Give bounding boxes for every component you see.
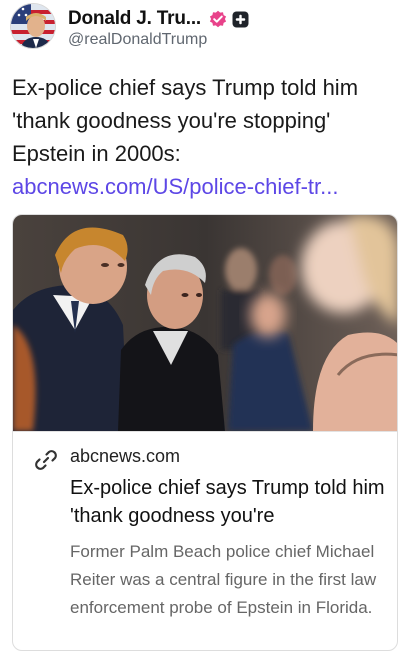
card-title[interactable]: Ex-police chief says Trump told him 'tha… bbox=[70, 474, 388, 530]
post-link[interactable]: abcnews.com/US/police-chief-tr... bbox=[12, 174, 338, 199]
author-handle[interactable]: @realDonaldTrump bbox=[68, 31, 207, 49]
link-preview-card[interactable]: abcnews.com Ex-police chief says Trump t… bbox=[12, 214, 398, 651]
post-header: Donald J. Tru... @realDonaldTrump bbox=[10, 3, 395, 53]
card-meta[interactable]: abcnews.com Ex-police chief says Trump t… bbox=[13, 431, 397, 650]
link-icon bbox=[33, 447, 59, 473]
post-text: Ex-police chief says Trump told him 'tha… bbox=[12, 75, 359, 166]
plus-badge-icon bbox=[232, 11, 249, 28]
post-body: Ex-police chief says Trump told him 'tha… bbox=[12, 71, 397, 203]
verified-badge-icon bbox=[209, 10, 227, 28]
article-photo[interactable] bbox=[13, 215, 397, 431]
card-description: Former Palm Beach police chief Michael R… bbox=[70, 542, 377, 617]
name-row: Donald J. Tru... bbox=[68, 6, 249, 32]
card-domain: abcnews.com bbox=[70, 446, 181, 466]
author-display-name[interactable]: Donald J. Tru... bbox=[68, 8, 201, 30]
avatar-image bbox=[11, 4, 55, 48]
avatar[interactable] bbox=[10, 3, 56, 49]
